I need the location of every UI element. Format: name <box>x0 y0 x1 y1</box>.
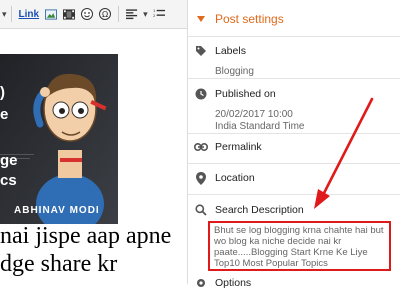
section-divider <box>188 78 400 79</box>
video-icon[interactable] <box>63 8 76 20</box>
image-text-fragment-3: ge <box>0 152 18 169</box>
options-heading: Options <box>215 277 252 289</box>
post-text-line: nai jispe aap apne <box>0 223 172 249</box>
search-description-heading: Search Description <box>215 204 304 216</box>
gear-icon <box>194 276 208 290</box>
post-text-line: dge share kr <box>0 251 118 277</box>
post-settings-header[interactable]: Post settings <box>188 12 400 26</box>
svg-text:1: 1 <box>153 9 155 13</box>
image-text-fragment-1: ) <box>0 84 5 101</box>
search-description-textarea[interactable]: Bhut se log blogging krna chahte hai but… <box>208 221 391 271</box>
svg-text:2: 2 <box>153 14 155 18</box>
location-pin-icon <box>194 171 208 185</box>
post-editor[interactable]: ▾ Link Ω ▾ 12) e ge cs ABHINAV MODI nai… <box>0 0 187 284</box>
labels-value: Blogging <box>215 66 254 77</box>
post-body-text[interactable]: nai jispe aap apne dge share kr <box>0 222 187 278</box>
section-divider <box>188 36 400 37</box>
search-icon <box>194 203 208 217</box>
image-text-fragment-2: e <box>0 106 9 123</box>
emoji-icon[interactable] <box>81 8 94 20</box>
labels-heading: Labels <box>215 45 246 57</box>
insert-link-button[interactable]: Link <box>19 9 40 20</box>
link-icon <box>194 140 208 154</box>
toolbar-divider <box>118 6 120 22</box>
location-heading: Location <box>215 172 255 184</box>
editor-toolbar: ▾ Link Ω ▾ 12 <box>0 0 187 29</box>
clock-icon <box>194 87 208 101</box>
post-settings-title: Post settings <box>215 12 284 26</box>
caret-down-icon <box>194 12 208 26</box>
labels-section[interactable]: Labels Blogging <box>188 44 400 78</box>
toolbar-divider <box>10 6 12 22</box>
post-featured-image: ) e ge cs ABHINAV MODI <box>0 54 118 224</box>
format-dropdown-caret[interactable]: ▾ <box>2 9 7 20</box>
options-section[interactable]: Options <box>188 276 400 290</box>
published-on-heading: Published on <box>215 88 276 100</box>
image-icon[interactable] <box>45 8 58 20</box>
list-icon[interactable]: 12 <box>153 8 165 20</box>
image-brand-watermark: ABHINAV MODI <box>14 205 100 216</box>
permalink-heading: Permalink <box>215 141 262 153</box>
align-dropdown-caret[interactable]: ▾ <box>143 9 148 20</box>
label-tag-icon <box>194 44 208 58</box>
red-annotation-arrow <box>314 97 374 209</box>
special-chars-icon[interactable]: Ω <box>99 8 112 20</box>
svg-text:Ω: Ω <box>102 10 108 19</box>
align-icon[interactable] <box>126 8 138 20</box>
image-text-fragment-4: cs <box>0 172 17 189</box>
